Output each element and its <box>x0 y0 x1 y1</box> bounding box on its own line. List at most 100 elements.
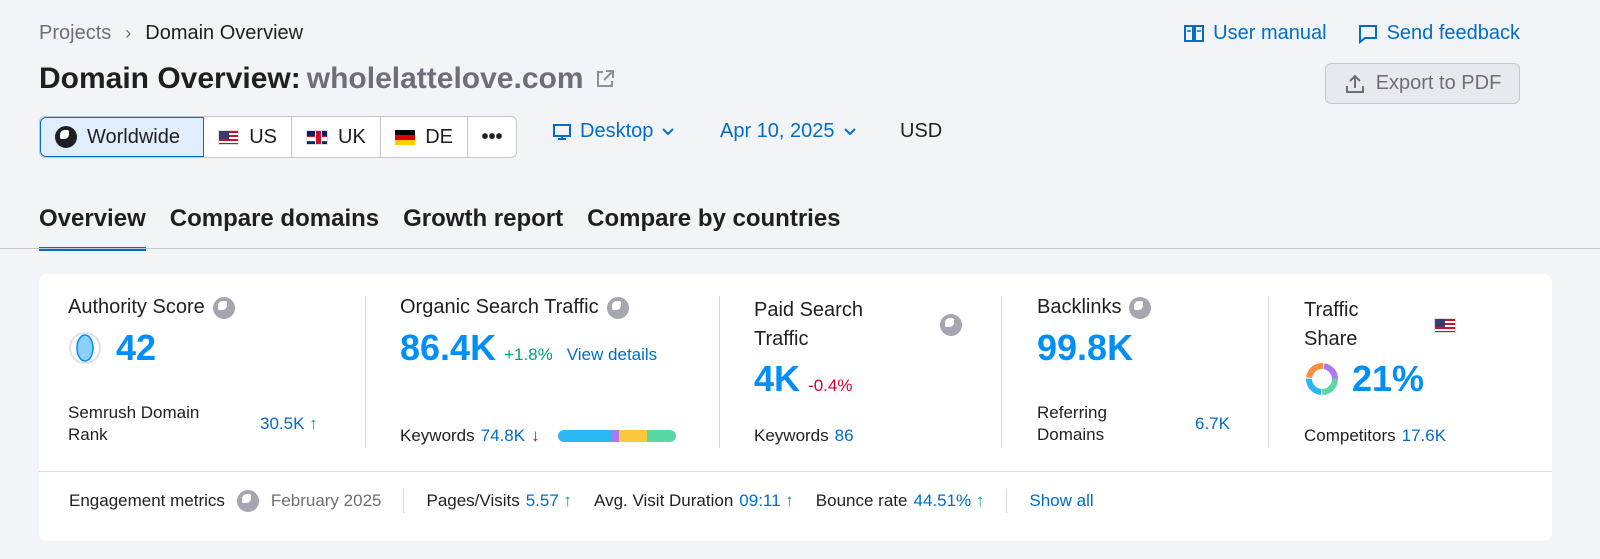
referring-domains-value[interactable]: 6.7K <box>1195 414 1230 434</box>
external-link-icon[interactable] <box>594 68 616 90</box>
arrow-down-icon: ↓ <box>531 426 540 445</box>
traffic-share-label-line2: Share <box>1304 328 1358 350</box>
organic-traffic-title: Organic Search Traffic <box>400 296 700 319</box>
visit-duration-value[interactable]: 09:11 <box>739 491 780 510</box>
traffic-share-label-line1: Traffic <box>1304 299 1359 321</box>
region-de[interactable]: DE <box>381 117 468 157</box>
competitors-row: Competitors 17.6K <box>1304 426 1446 446</box>
region-label: US <box>249 125 277 148</box>
view-details-link[interactable]: View details <box>567 345 657 365</box>
show-all-link[interactable]: Show all <box>1029 491 1093 511</box>
more-regions-button[interactable]: ••• <box>468 117 516 157</box>
header-links: User manual Send feedback <box>1183 22 1520 45</box>
flag-us-icon <box>1434 317 1456 333</box>
breadcrumb-projects-link[interactable]: Projects <box>39 22 111 45</box>
arrow-up-icon: ↑ <box>975 491 985 510</box>
tab-divider <box>0 248 1600 249</box>
arrow-up-icon: ↑ <box>309 414 318 433</box>
upload-icon <box>1345 74 1364 93</box>
paid-traffic-title: Paid Search Traffic <box>754 296 974 354</box>
organic-traffic-label: Organic Search Traffic <box>400 296 599 318</box>
traffic-share-title: Traffic Share <box>1304 296 1456 354</box>
traffic-share-value[interactable]: 21% <box>1352 358 1424 400</box>
bar-segment <box>618 430 648 442</box>
competitors-value[interactable]: 17.6K <box>1402 426 1446 446</box>
backlinks-row: 99.8K <box>1037 327 1237 369</box>
device-dropdown[interactable]: Desktop <box>552 120 675 143</box>
engagement-divider <box>403 489 405 513</box>
paid-traffic-label-line1: Paid Search <box>754 299 863 321</box>
pages-visits-value[interactable]: 5.57 <box>526 491 559 510</box>
organic-traffic-change: +1.8% <box>504 345 553 364</box>
donut-chart-icon <box>1306 363 1338 395</box>
region-selector: Worldwide US UK DE ••• <box>39 116 517 158</box>
metric-divider <box>719 296 720 448</box>
engagement-period: February 2025 <box>270 491 382 510</box>
pages-visits-group: 5.57 ↑ <box>526 491 572 511</box>
date-label: Apr 10, 2025 <box>720 120 835 142</box>
globe-icon <box>212 296 235 319</box>
authority-score-row: 42 <box>68 327 358 369</box>
authority-score-value[interactable]: 42 <box>116 327 156 369</box>
tab-growth-report[interactable]: Growth report <box>403 205 563 251</box>
bounce-rate-label: Bounce rate <box>815 491 908 510</box>
backlinks-widget: Backlinks 99.8K Referring Domains 6.7K <box>1037 296 1237 448</box>
backlinks-value[interactable]: 99.8K <box>1037 327 1133 368</box>
organic-keywords-value[interactable]: 74.8K <box>481 426 525 446</box>
region-uk[interactable]: UK <box>292 117 381 157</box>
metric-divider <box>1001 296 1002 448</box>
authority-score-widget: Authority Score 42 Semrush Domain Rank 3… <box>68 296 358 448</box>
chevron-down-icon <box>843 127 856 135</box>
globe-icon <box>606 296 629 319</box>
authority-gauge-icon <box>69 332 101 364</box>
send-feedback-link[interactable]: Send feedback <box>1357 22 1520 45</box>
referring-domains-label-line2: Domains <box>1037 425 1105 444</box>
page-title-prefix: Domain Overview: <box>39 62 301 95</box>
paid-traffic-widget: Paid Search Traffic 4K -0.4% Keywords 86 <box>754 296 974 448</box>
visit-duration-group: 09:11 ↑ <box>739 491 794 511</box>
paid-traffic-value[interactable]: 4K <box>754 358 800 400</box>
traffic-share-row: 21% <box>1304 358 1504 400</box>
paid-keywords-value[interactable]: 86 <box>835 426 854 446</box>
region-label: UK <box>338 125 366 148</box>
region-worldwide[interactable]: Worldwide <box>40 117 204 157</box>
authority-score-title: Authority Score <box>68 296 358 319</box>
region-us[interactable]: US <box>204 117 292 157</box>
breadcrumb-current: Domain Overview <box>145 22 304 44</box>
export-pdf-button[interactable]: Export to PDF <box>1325 63 1520 104</box>
keyword-distribution-bar[interactable] <box>557 430 676 442</box>
authority-score-label: Authority Score <box>68 296 205 318</box>
paid-traffic-label-line2: Traffic <box>754 328 809 350</box>
domain-rank-value-group: 30.5K ↑ <box>260 414 318 434</box>
region-label: DE <box>425 125 453 148</box>
globe-icon <box>1129 296 1152 319</box>
region-label: Worldwide <box>87 125 180 148</box>
desktop-icon <box>553 123 571 140</box>
organic-keywords-label: Keywords <box>400 426 475 445</box>
bounce-rate-value[interactable]: 44.51% <box>913 491 971 510</box>
paid-traffic-row: 4K -0.4% <box>754 358 974 400</box>
date-dropdown[interactable]: Apr 10, 2025 <box>720 120 857 143</box>
domain-name: wholelattelove.com <box>306 62 584 95</box>
globe-icon <box>55 126 77 148</box>
organic-keywords-row: Keywords 74.8K ↓ <box>400 426 676 446</box>
engagement-divider <box>1006 489 1008 513</box>
arrow-up-icon: ↑ <box>563 491 573 510</box>
domain-rank-value[interactable]: 30.5K <box>260 414 304 433</box>
backlinks-title: Backlinks <box>1037 296 1237 319</box>
metric-divider <box>365 296 366 448</box>
globe-icon <box>940 314 962 336</box>
organic-traffic-widget: Organic Search Traffic 86.4K +1.8% View … <box>400 296 700 448</box>
chevron-down-icon <box>662 127 675 135</box>
user-manual-link[interactable]: User manual <box>1183 22 1327 45</box>
book-icon <box>1184 24 1205 42</box>
tab-compare-domains[interactable]: Compare domains <box>170 205 379 251</box>
referring-domains-label-line1: Referring <box>1037 403 1107 422</box>
tab-compare-by-countries[interactable]: Compare by countries <box>587 205 840 251</box>
organic-traffic-value[interactable]: 86.4K <box>400 327 496 369</box>
user-manual-label: User manual <box>1213 22 1327 44</box>
bar-segment <box>647 430 676 442</box>
referring-domains-label: Referring Domains <box>1037 402 1107 446</box>
paid-keywords-row: Keywords 86 <box>754 426 854 446</box>
tab-overview[interactable]: Overview <box>39 205 146 251</box>
